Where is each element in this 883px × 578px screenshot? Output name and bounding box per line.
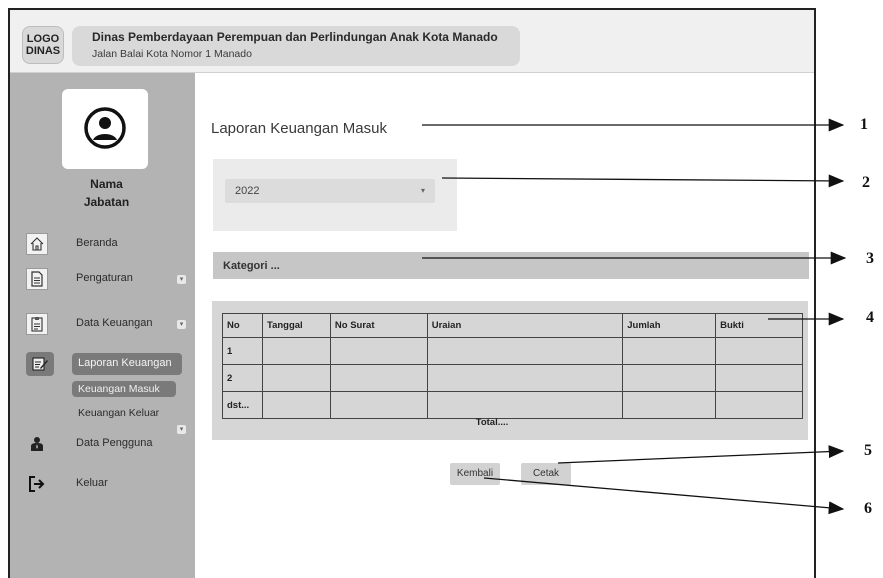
sidebar-item-label: Beranda <box>76 237 118 249</box>
main-content: Laporan Keuangan Masuk 2022 ▾ Kategori .… <box>195 73 814 578</box>
app-header: LOGO DINAS Dinas Pemberdayaan Perempuan … <box>10 10 814 73</box>
chevron-down-icon: ▾ <box>421 186 426 195</box>
column-header: No Surat <box>329 313 428 338</box>
app-window: LOGO DINAS Dinas Pemberdayaan Perempuan … <box>8 8 816 578</box>
year-select-value: 2022 <box>235 185 260 197</box>
table-cell <box>426 337 624 365</box>
category-label: Kategori ... <box>223 260 280 272</box>
table-cell <box>329 337 428 365</box>
profile-card <box>62 89 148 169</box>
table-row: 2 <box>222 364 803 392</box>
sidebar-item-label: Data Keuangan <box>76 317 153 329</box>
chevron-down-icon[interactable]: ▾ <box>177 275 186 284</box>
sidebar-item-pengaturan[interactable]: Pengaturan ▾ <box>26 268 191 292</box>
sidebar-item-beranda[interactable]: Beranda <box>26 233 191 257</box>
home-icon <box>26 233 48 255</box>
user-avatar-icon <box>84 107 126 149</box>
logo-text-line2: DINAS <box>25 45 61 57</box>
table-cell <box>715 391 803 419</box>
table-cell <box>329 391 428 419</box>
report-table: No Tanggal No Surat Uraian Jumlah Bukti … <box>222 313 803 419</box>
organization-banner: Dinas Pemberdayaan Perempuan dan Perlind… <box>72 26 520 66</box>
profile-name: Nama <box>90 177 123 191</box>
table-row: dst... <box>222 391 803 419</box>
callout-number: 3 <box>866 250 874 267</box>
sidebar-item-label: Pengaturan <box>76 272 133 284</box>
column-header: No <box>222 313 263 338</box>
table-header-row: No Tanggal No Surat Uraian Jumlah Bukti <box>222 313 803 338</box>
column-header: Uraian <box>426 313 624 338</box>
year-select[interactable]: 2022 ▾ <box>225 179 435 203</box>
callout-number: 1 <box>860 116 868 133</box>
table-cell <box>622 364 717 392</box>
callout-number: 5 <box>864 442 872 459</box>
page-title: Laporan Keuangan Masuk <box>211 120 387 137</box>
column-header: Jumlah <box>622 313 717 338</box>
back-button[interactable]: Kembali <box>450 463 500 485</box>
sidebar-item-label: Keluar <box>76 477 108 489</box>
table-cell: 1 <box>222 337 263 365</box>
logout-icon <box>26 473 48 495</box>
profile-role: Jabatan <box>83 195 130 209</box>
column-header: Bukti <box>715 313 803 338</box>
table-cell <box>622 337 717 365</box>
table-total-label: Total.... <box>475 417 509 428</box>
callout-number: 2 <box>862 174 870 191</box>
table-cell <box>261 391 331 419</box>
table-cell <box>715 364 803 392</box>
sidebar-subitem-keuangan-masuk[interactable]: Keuangan Masuk <box>72 381 176 397</box>
table-cell <box>426 391 624 419</box>
chevron-down-icon[interactable]: ▾ <box>177 320 186 329</box>
clipboard-icon <box>26 313 48 335</box>
sidebar-item-data-keuangan[interactable]: Data Keuangan ▾ <box>26 313 191 337</box>
table-cell: dst... <box>222 391 263 419</box>
table-cell <box>715 337 803 365</box>
table-cell: 2 <box>222 364 263 392</box>
report-table-panel: No Tanggal No Surat Uraian Jumlah Bukti … <box>212 301 808 440</box>
year-filter-panel: 2022 ▾ <box>213 159 457 231</box>
column-header: Tanggal <box>261 313 331 338</box>
edit-report-icon <box>26 352 54 376</box>
sidebar-subitem-keuangan-keluar[interactable]: Keuangan Keluar <box>78 407 159 419</box>
callout-number: 4 <box>866 309 874 326</box>
table-cell <box>329 364 428 392</box>
sidebar: Nama Jabatan Beranda Pengaturan ▾ Data K… <box>10 73 195 578</box>
agency-logo: LOGO DINAS <box>22 26 64 64</box>
sidebar-item-data-pengguna[interactable]: Data Pengguna <box>26 433 191 457</box>
sidebar-item-label: Data Pengguna <box>76 437 153 449</box>
organization-address: Jalan Balai Kota Nomor 1 Manado <box>92 48 252 60</box>
callout-number: 6 <box>864 500 872 517</box>
table-cell <box>261 337 331 365</box>
table-cell <box>261 364 331 392</box>
user-icon <box>26 433 48 455</box>
document-icon <box>26 268 48 290</box>
table-cell <box>622 391 717 419</box>
table-row: 1 <box>222 337 803 365</box>
sidebar-item-keluar[interactable]: Keluar <box>26 473 191 497</box>
sidebar-item-label: Laporan Keuangan <box>72 353 182 375</box>
print-button[interactable]: Cetak <box>521 463 571 485</box>
table-cell <box>426 364 624 392</box>
organization-name: Dinas Pemberdayaan Perempuan dan Perlind… <box>92 30 498 44</box>
sidebar-item-laporan-keuangan[interactable]: Laporan Keuangan <box>26 352 191 377</box>
category-bar[interactable]: Kategori ... <box>213 252 809 279</box>
logo-text-line1: LOGO <box>26 33 60 45</box>
